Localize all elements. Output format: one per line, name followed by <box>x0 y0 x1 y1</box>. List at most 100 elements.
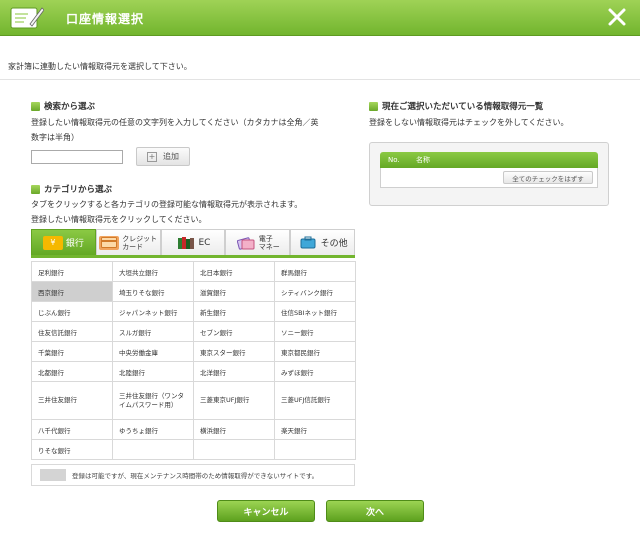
tab-emoney[interactable]: 電子 マネー <box>225 229 291 255</box>
bank-cell[interactable]: セブン銀行 <box>193 321 275 342</box>
yen-icon: ¥ <box>42 235 63 250</box>
bank-cell[interactable]: りそな銀行 <box>31 439 113 460</box>
tab-credit-card-label: クレジット カード <box>122 235 157 251</box>
bank-cell[interactable]: じぶん銀行 <box>31 301 113 322</box>
bank-cell[interactable]: 北都銀行 <box>31 361 113 382</box>
cancel-button[interactable]: キャンセル <box>217 500 315 522</box>
empty-cell <box>274 439 356 460</box>
bank-cell[interactable]: 滋賀銀行 <box>193 281 275 302</box>
tab-emoney-label: 電子 マネー <box>259 235 280 251</box>
books-icon <box>176 236 196 250</box>
tab-credit-card-line-2: カード <box>122 242 144 251</box>
category-heading: カテゴリから選ぶ <box>31 183 112 195</box>
title-bar: 口座情報選択 <box>0 0 640 36</box>
selected-list-header: No. 名称 <box>380 152 598 168</box>
bank-cell[interactable]: シティバンク銀行 <box>274 281 356 302</box>
next-button[interactable]: 次へ <box>326 500 424 522</box>
category-tabs: ¥ 銀行 クレジット カード EC 電子 マネー その他 <box>31 229 355 258</box>
window-title: 口座情報選択 <box>66 12 145 26</box>
search-description: 登録したい情報取得元の任意の文字列を入力してください（カタカナは全角／英 数字は… <box>31 115 361 145</box>
table-row: じぶん銀行 ジャパンネット銀行 新生銀行 住信SBIネット銀行 <box>31 301 356 322</box>
tab-emoney-line-1: 電子 <box>258 234 273 243</box>
credit-card-icon <box>99 235 120 250</box>
empty-cell <box>112 439 194 460</box>
table-row: 八千代銀行 ゆうちょ銀行 横浜銀行 楽天銀行 <box>31 419 356 440</box>
bank-cell[interactable]: 三菱東京UFJ銀行 <box>193 381 275 420</box>
category-heading-text: カテゴリから選ぶ <box>44 185 113 195</box>
search-desc-line-2: 数字は半角） <box>31 133 79 142</box>
table-row: 三井住友銀行 三井住友銀行（ワンタイムパスワード用） 三菱東京UFJ銀行 三菱U… <box>31 381 356 420</box>
bank-cell[interactable]: 大垣共立銀行 <box>112 261 194 282</box>
legend-swatch <box>40 469 66 481</box>
plus-icon: + <box>147 151 157 162</box>
bank-cell[interactable]: 足利銀行 <box>31 261 113 282</box>
bank-cell[interactable]: 楽天銀行 <box>274 419 356 440</box>
emoney-icon <box>236 236 256 250</box>
intro-text: 家計簿に連動したい情報取得元を選択して下さい。 <box>8 62 192 71</box>
add-button[interactable]: + 追加 <box>136 147 190 166</box>
bank-cell[interactable]: ソニー銀行 <box>274 321 356 342</box>
search-input[interactable] <box>31 150 123 164</box>
close-icon[interactable] <box>606 6 628 28</box>
section-bullet-icon <box>31 101 40 111</box>
table-row: 住友信託銀行 スルガ銀行 セブン銀行 ソニー銀行 <box>31 321 356 342</box>
selected-list-body: 全てのチェックをはずす <box>380 168 598 188</box>
bank-cell[interactable]: 八千代銀行 <box>31 419 113 440</box>
bank-cell[interactable]: 住信SBIネット銀行 <box>274 301 356 322</box>
tab-ec-label: EC <box>198 237 211 248</box>
bank-cell[interactable]: 新生銀行 <box>193 301 275 322</box>
tab-bank-label: 銀行 <box>65 239 84 249</box>
section-bullet-icon <box>31 184 40 194</box>
table-row: 北都銀行 北陸銀行 北洋銀行 みずほ銀行 <box>31 361 356 382</box>
tab-ec[interactable]: EC <box>160 229 226 255</box>
notebook-pen-icon <box>10 7 44 29</box>
bank-cell[interactable]: ジャパンネット銀行 <box>112 301 194 322</box>
column-no: No. <box>388 156 400 164</box>
bank-cell[interactable]: 三井住友銀行 <box>31 381 113 420</box>
section-bullet-icon <box>369 101 378 111</box>
selected-sources-panel: No. 名称 全てのチェックをはずす <box>369 142 609 206</box>
add-button-label: 追加 <box>163 152 179 161</box>
tab-emoney-line-2: マネー <box>258 242 280 251</box>
bank-cell-selected[interactable]: 西京銀行 <box>31 281 113 302</box>
current-description: 登録をしない情報取得元はチェックを外してください。 <box>369 118 569 127</box>
bank-cell[interactable]: 埼玉りそな銀行 <box>112 281 194 302</box>
bank-cell[interactable]: スルガ銀行 <box>112 321 194 342</box>
table-row: 千葉銀行 中央労働金庫 東京スター銀行 東京都民銀行 <box>31 341 356 362</box>
search-desc-line-1: 登録したい情報取得元の任意の文字列を入力してください（カタカナは全角／英 <box>31 118 319 127</box>
bank-cell[interactable]: 三井住友銀行（ワンタイムパスワード用） <box>112 381 194 420</box>
bank-cell[interactable]: 横浜銀行 <box>193 419 275 440</box>
bank-cell[interactable]: 群馬銀行 <box>274 261 356 282</box>
briefcase-icon <box>298 236 318 250</box>
bank-cell[interactable]: 千葉銀行 <box>31 341 113 362</box>
bank-cell[interactable]: 住友信託銀行 <box>31 321 113 342</box>
tab-credit-card-line-1: クレジット <box>122 234 158 243</box>
search-heading-text: 検索から選ぶ <box>44 102 96 112</box>
bank-cell[interactable]: 北陸銀行 <box>112 361 194 382</box>
uncheck-all-button[interactable]: 全てのチェックをはずす <box>503 171 593 184</box>
search-heading: 検索から選ぶ <box>31 100 95 112</box>
current-heading: 現在ご選択いただいている情報取得元一覧 <box>369 100 543 112</box>
bank-table: 足利銀行 大垣共立銀行 北日本銀行 群馬銀行 西京銀行 埼玉りそな銀行 滋賀銀行… <box>31 261 356 460</box>
table-row: りそな銀行 <box>31 439 356 460</box>
tab-credit-card[interactable]: クレジット カード <box>95 229 161 255</box>
bank-cell[interactable]: 北洋銀行 <box>193 361 275 382</box>
category-desc-line-2: 登録したい情報取得元をクリックしてください。 <box>31 215 207 224</box>
bank-cell[interactable]: ゆうちょ銀行 <box>112 419 194 440</box>
tab-other[interactable]: その他 <box>290 229 355 255</box>
tab-bank[interactable]: ¥ 銀行 <box>31 229 96 255</box>
bank-cell[interactable]: 北日本銀行 <box>193 261 275 282</box>
bank-cell[interactable]: 中央労働金庫 <box>112 341 194 362</box>
bank-cell[interactable]: 東京スター銀行 <box>193 341 275 362</box>
maintenance-legend: 登録は可能ですが、現在メンテナンス時間帯のため情報取得ができないサイトです。 <box>31 464 355 486</box>
current-heading-text: 現在ご選択いただいている情報取得元一覧 <box>382 102 544 112</box>
table-row: 西京銀行 埼玉りそな銀行 滋賀銀行 シティバンク銀行 <box>31 281 356 302</box>
divider <box>0 79 640 80</box>
empty-cell <box>193 439 275 460</box>
bank-cell[interactable]: 東京都民銀行 <box>274 341 356 362</box>
category-desc-line-1: タブをクリックすると各カテゴリの登録可能な情報取得元が表示されます。 <box>31 200 303 209</box>
bank-cell[interactable]: 三菱UFJ信託銀行 <box>274 381 356 420</box>
legend-text: 登録は可能ですが、現在メンテナンス時間帯のため情報取得ができないサイトです。 <box>72 472 319 480</box>
bank-cell[interactable]: みずほ銀行 <box>274 361 356 382</box>
column-name: 名称 <box>416 156 430 164</box>
